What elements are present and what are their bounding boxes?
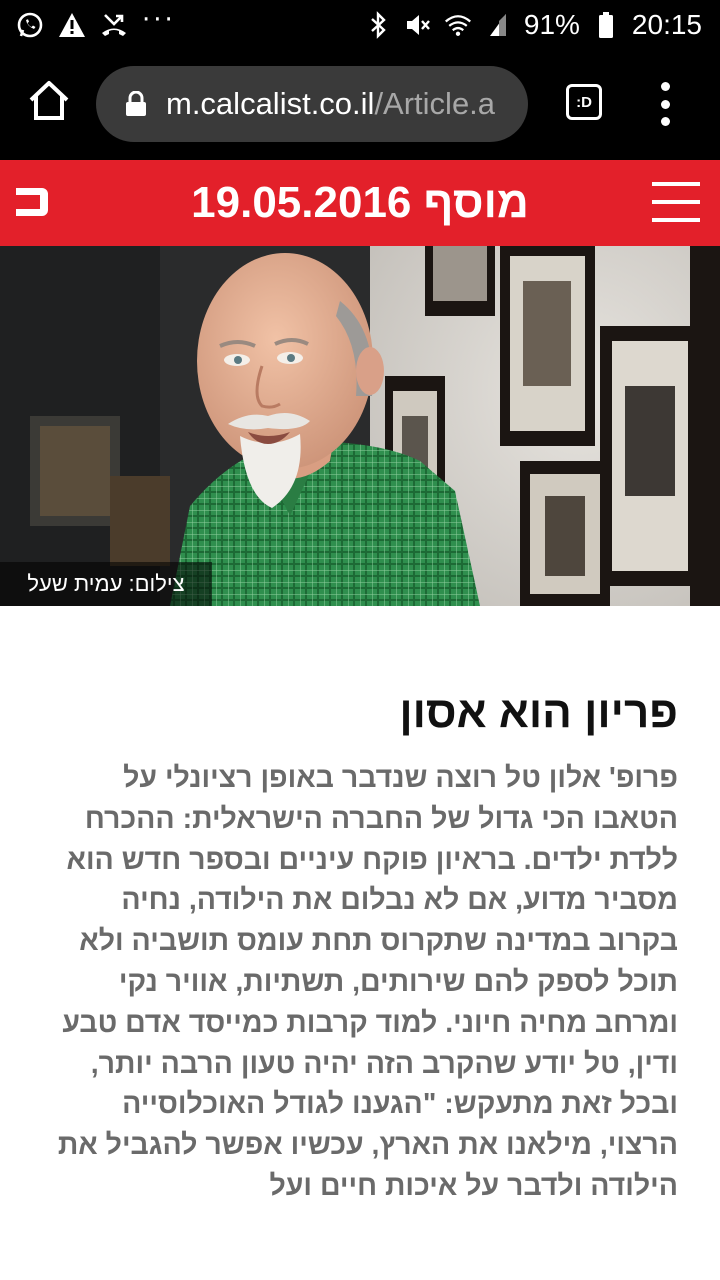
battery-percentage: 91%: [523, 9, 580, 40]
address-bar[interactable]: m.calcalist.co.il/Article.a: [96, 66, 528, 142]
warning-icon: [58, 11, 86, 39]
site-header: מוסף 19.05.2016: [0, 160, 720, 246]
photo-credit: צילום: עמית שעל: [0, 562, 212, 606]
lock-icon: [126, 91, 146, 116]
section-title: מוסף 19.05.2016: [191, 178, 529, 227]
whatsapp-icon: [16, 11, 44, 39]
home-icon: [29, 81, 69, 120]
menu-line: [652, 182, 700, 186]
menu-dot: [660, 82, 670, 91]
article-headline: פריון הוא אסון: [399, 688, 678, 737]
menu-line: [652, 200, 700, 204]
home-button[interactable]: [26, 78, 72, 124]
clock: 20:15: [631, 9, 702, 40]
url-text: m.calcalist.co.il/Article.a: [166, 86, 495, 122]
url-domain: m.calcalist.co.il: [166, 86, 375, 121]
article-lead-paragraph: פרופ' אלון טל רוצה שנדבר באופן רציונלי ע…: [57, 762, 678, 1202]
article-photo: [0, 246, 720, 606]
hamburger-menu-button[interactable]: [652, 182, 700, 222]
bluetooth-icon: [364, 11, 392, 39]
status-bar: ··· 91% 20:15: [0, 0, 720, 50]
missed-call-icon: [100, 11, 128, 39]
browser-toolbar: m.calcalist.co.il/Article.a :D: [0, 50, 720, 160]
portrait-photo: [0, 246, 720, 606]
menu-line: [652, 218, 700, 222]
notification-icons: ···: [16, 0, 176, 50]
more-notifications-icon: ···: [142, 5, 176, 35]
tab-switcher-button[interactable]: :D: [566, 84, 602, 120]
battery-icon: [592, 11, 620, 39]
menu-dot: [660, 99, 670, 109]
url-path: /Article.a: [374, 86, 496, 121]
menu-dot: [660, 117, 670, 126]
system-icons: 91% 20:15: [364, 0, 702, 50]
signal-icon: [484, 11, 512, 39]
wifi-icon: [444, 11, 472, 39]
browser-menu-button[interactable]: [650, 82, 680, 126]
mute-icon: [404, 11, 432, 39]
